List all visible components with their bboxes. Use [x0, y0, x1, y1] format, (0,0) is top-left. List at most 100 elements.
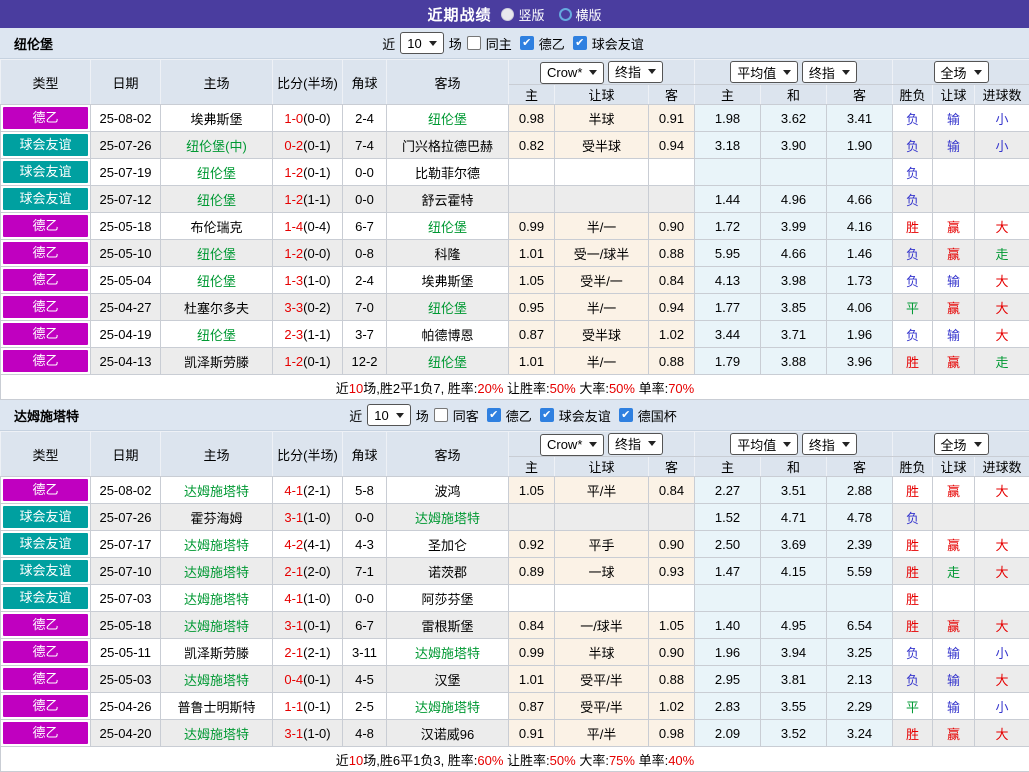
home-team-cell[interactable]: 达姆施塔特: [161, 585, 273, 612]
home-team-cell[interactable]: 纽伦堡(中): [161, 132, 273, 159]
avg-away-cell: 4.66: [827, 186, 893, 213]
away-team-cell[interactable]: 帕德博恩: [387, 321, 509, 348]
away-team-cell[interactable]: 汉堡: [387, 666, 509, 693]
summary-segment: 50%: [550, 381, 576, 396]
away-team-cell[interactable]: 达姆施塔特: [387, 693, 509, 720]
result-wdl-cell: 负: [893, 240, 933, 267]
match-count-select[interactable]: 10: [367, 404, 410, 426]
score-cell[interactable]: 1-2(1-1): [273, 186, 343, 213]
average-select[interactable]: 平均值: [730, 433, 798, 455]
score-cell[interactable]: 4-1(1-0): [273, 585, 343, 612]
header-dropdown-row: 类型日期主场比分(半场)角球客场Crow* 终指平均值 终指全场: [1, 432, 1029, 457]
final-odds-select[interactable]: 终指: [608, 61, 663, 83]
score-cell[interactable]: 2-3(1-1): [273, 321, 343, 348]
score-cell[interactable]: 0-4(0-1): [273, 666, 343, 693]
score-cell[interactable]: 1-1(0-1): [273, 693, 343, 720]
result-handicap-cell: 输: [933, 666, 975, 693]
fulltime-select[interactable]: 全场: [934, 61, 989, 83]
filter-checkbox-2[interactable]: ✔: [573, 36, 587, 50]
radio-checked-icon[interactable]: [501, 8, 514, 21]
odds-source-select[interactable]: Crow*: [540, 62, 604, 84]
home-team-cell[interactable]: 埃弗斯堡: [161, 105, 273, 132]
corner-cell: 5-8: [343, 477, 387, 504]
away-team-cell[interactable]: 比勒菲尔德: [387, 159, 509, 186]
score-cell[interactable]: 1-2(0-1): [273, 159, 343, 186]
score-cell[interactable]: 1-4(0-4): [273, 213, 343, 240]
home-team-cell[interactable]: 杜塞尔多夫: [161, 294, 273, 321]
home-team-cell[interactable]: 纽伦堡: [161, 159, 273, 186]
away-team-cell[interactable]: 雷根斯堡: [387, 612, 509, 639]
filter-checkbox-0[interactable]: [467, 36, 481, 50]
away-team-cell[interactable]: 诺茨郡: [387, 558, 509, 585]
match-count-select[interactable]: 10: [400, 32, 443, 54]
home-team-cell[interactable]: 凯泽斯劳滕: [161, 639, 273, 666]
score-cell[interactable]: 3-1(1-0): [273, 504, 343, 531]
result-handicap-cell: 输: [933, 639, 975, 666]
layout-radio-vertical[interactable]: 竖版: [501, 5, 544, 24]
final-odds-select[interactable]: 终指: [608, 433, 663, 455]
score-cell[interactable]: 4-1(2-1): [273, 477, 343, 504]
avg-final-select[interactable]: 终指: [802, 433, 857, 455]
fulltime-select[interactable]: 全场: [934, 433, 989, 455]
away-team-cell[interactable]: 纽伦堡: [387, 105, 509, 132]
away-team-cell[interactable]: 波鸿: [387, 477, 509, 504]
score-cell[interactable]: 1-2(0-1): [273, 348, 343, 375]
home-team-cell[interactable]: 普鲁士明斯特: [161, 693, 273, 720]
score-cell[interactable]: 3-1(0-1): [273, 612, 343, 639]
date-cell: 25-07-17: [91, 531, 161, 558]
away-team-cell[interactable]: 科隆: [387, 240, 509, 267]
away-team-cell[interactable]: 舒云霍特: [387, 186, 509, 213]
results-table: 类型日期主场比分(半场)角球客场Crow* 终指平均值 终指全场主让球客主和客胜…: [0, 59, 1029, 400]
away-team-cell[interactable]: 达姆施塔特: [387, 504, 509, 531]
summary-segment: 75%: [609, 753, 635, 768]
away-team-cell[interactable]: 纽伦堡: [387, 213, 509, 240]
fulltime-group-header: 全场: [893, 432, 1029, 457]
layout-radio-horizontal[interactable]: 横版: [559, 5, 602, 24]
odds-source-select[interactable]: Crow*: [540, 434, 604, 456]
home-team-cell[interactable]: 纽伦堡: [161, 321, 273, 348]
near-label: 近: [349, 406, 362, 425]
home-team-cell[interactable]: 纽伦堡: [161, 186, 273, 213]
away-team-cell[interactable]: 纽伦堡: [387, 348, 509, 375]
away-team-cell[interactable]: 埃弗斯堡: [387, 267, 509, 294]
score-cell[interactable]: 1-0(0-0): [273, 105, 343, 132]
away-team-cell[interactable]: 门兴格拉德巴赫: [387, 132, 509, 159]
average-select[interactable]: 平均值: [730, 61, 798, 83]
filter-checkbox-1[interactable]: ✔: [520, 36, 534, 50]
filter-checkbox-0[interactable]: [434, 408, 448, 422]
score-cell[interactable]: 4-2(4-1): [273, 531, 343, 558]
home-team-cell[interactable]: 达姆施塔特: [161, 531, 273, 558]
radio-unchecked-icon[interactable]: [559, 8, 572, 21]
home-team-cell[interactable]: 达姆施塔特: [161, 477, 273, 504]
filter-checkbox-2[interactable]: ✔: [540, 408, 554, 422]
score-cell[interactable]: 3-3(0-2): [273, 294, 343, 321]
score-cell[interactable]: 2-1(2-0): [273, 558, 343, 585]
away-team-cell[interactable]: 达姆施塔特: [387, 639, 509, 666]
score-cell[interactable]: 2-1(2-1): [273, 639, 343, 666]
home-team-cell[interactable]: 达姆施塔特: [161, 612, 273, 639]
home-team-cell[interactable]: 纽伦堡: [161, 267, 273, 294]
away-team-cell[interactable]: 汉诺威96: [387, 720, 509, 747]
score-cell[interactable]: 1-2(0-0): [273, 240, 343, 267]
subcol-header: 进球数: [975, 85, 1029, 105]
filter-checkbox-1[interactable]: ✔: [487, 408, 501, 422]
table-row: 德乙25-04-26普鲁士明斯特1-1(0-1)2-5达姆施塔特0.87受平/半…: [1, 693, 1029, 720]
home-team-cell[interactable]: 达姆施塔特: [161, 666, 273, 693]
away-team-cell[interactable]: 纽伦堡: [387, 294, 509, 321]
away-team-cell[interactable]: 圣加仑: [387, 531, 509, 558]
home-team-cell[interactable]: 霍芬海姆: [161, 504, 273, 531]
summary-segment: 大率:: [576, 381, 609, 396]
avg-final-select[interactable]: 终指: [802, 61, 857, 83]
home-team-cell[interactable]: 达姆施塔特: [161, 720, 273, 747]
home-team-cell[interactable]: 达姆施塔特: [161, 558, 273, 585]
score-cell[interactable]: 3-1(1-0): [273, 720, 343, 747]
subcol-header: 让球: [555, 85, 649, 105]
home-team-cell[interactable]: 凯泽斯劳滕: [161, 348, 273, 375]
score-cell[interactable]: 0-2(0-1): [273, 132, 343, 159]
away-team-cell[interactable]: 阿莎芬堡: [387, 585, 509, 612]
col-header-3: 比分(半场): [273, 432, 343, 477]
score-cell[interactable]: 1-3(1-0): [273, 267, 343, 294]
home-team-cell[interactable]: 布伦瑞克: [161, 213, 273, 240]
filter-checkbox-3[interactable]: ✔: [619, 408, 633, 422]
home-team-cell[interactable]: 纽伦堡: [161, 240, 273, 267]
